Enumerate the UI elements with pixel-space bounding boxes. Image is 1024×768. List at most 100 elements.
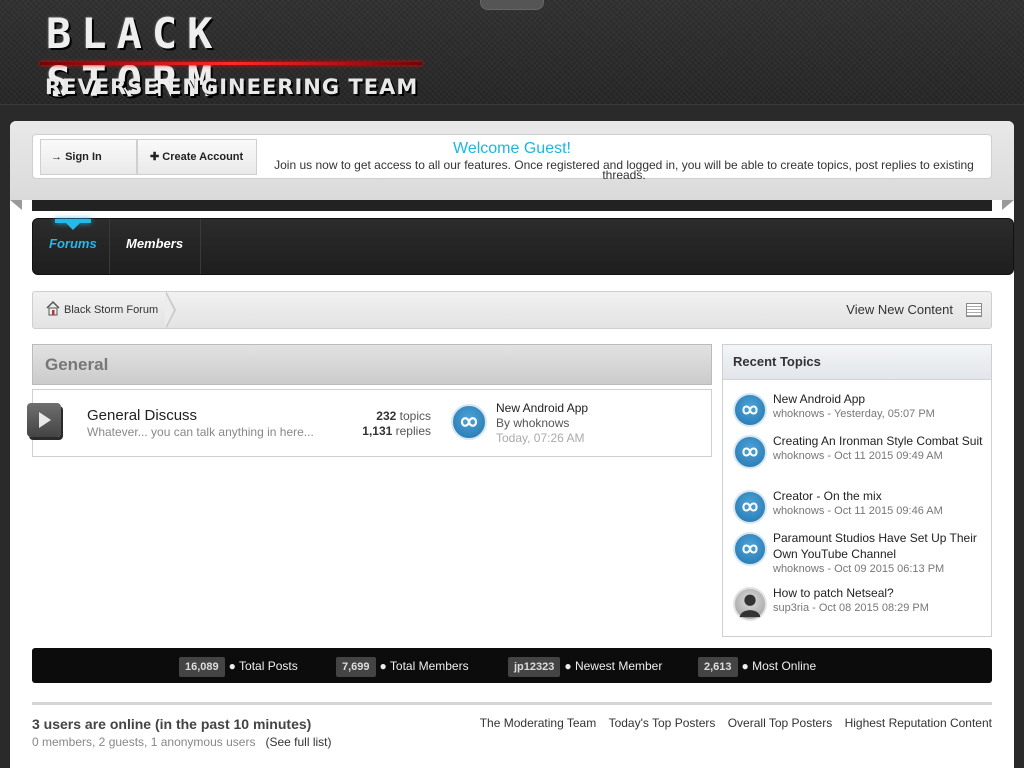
recent-topic-item: New Android App whoknows - Yesterday, 05…	[733, 391, 989, 427]
breadcrumb-arrow-inner	[165, 292, 174, 328]
default-user-icon	[739, 594, 761, 618]
header-pull-tab[interactable]	[480, 0, 544, 10]
online-users-breakdown: 0 members, 2 guests, 1 anonymous users	[32, 735, 256, 749]
moderating-team-link[interactable]: The Moderating Team	[480, 716, 597, 730]
most-online-value: 2,613	[698, 657, 738, 677]
recent-topic-author-link[interactable]: sup3ria	[773, 602, 809, 614]
recent-topic-date: Yesterday, 05:07 PM	[833, 408, 935, 420]
infinity-logo-icon	[742, 502, 758, 512]
site-header: BLACK STORM REVERSE ENGINEERING TEAM	[0, 0, 1024, 106]
user-icon: ●	[564, 659, 572, 673]
category-title[interactable]: General	[45, 345, 108, 385]
recent-topic-avatar[interactable]	[733, 490, 767, 524]
plus-icon: ✚	[150, 151, 160, 163]
recent-topic-title-link[interactable]: New Android App	[773, 391, 989, 407]
total-posts-value: 16,089	[179, 657, 225, 677]
logo-subtitle: REVERSE ENGINEERING TEAM	[45, 75, 419, 99]
recent-topic-meta: whoknows - Yesterday, 05:07 PM	[773, 408, 935, 420]
most-online-label: Most Online	[752, 659, 817, 673]
nav-top-strip	[32, 200, 992, 211]
recent-topic-item: Creating An Ironman Style Combat Suit wh…	[733, 433, 989, 469]
create-account-label: Create Account	[162, 151, 244, 163]
fold-right-decoration	[1002, 200, 1014, 210]
newest-member-label: Newest Member	[574, 659, 663, 673]
recent-topic-date: Oct 08 2015 08:29 PM	[818, 602, 929, 614]
forum-topics-count: 232 topics	[376, 409, 431, 423]
stat-most-online: 2,613 ● Most Online	[698, 656, 817, 677]
recent-topic-date: Oct 11 2015 09:49 AM	[834, 450, 943, 462]
recent-topic-date: Oct 11 2015 09:46 AM	[834, 505, 943, 517]
recent-topic-author-link[interactable]: whoknows	[773, 450, 824, 462]
rss-list-icon[interactable]	[966, 303, 982, 317]
replies-count: 1,131	[362, 424, 393, 438]
breadcrumb-home[interactable]: Black Storm Forum	[33, 292, 168, 328]
view-new-content-link[interactable]: View New Content	[846, 292, 953, 328]
primary-nav: Forums Members	[32, 218, 1014, 275]
site-logo[interactable]: BLACK STORM REVERSE ENGINEERING TEAM	[40, 10, 430, 106]
last-post-author-link[interactable]: whoknows	[513, 416, 569, 430]
newest-member-link[interactable]: jp12323	[508, 657, 561, 677]
content-wrapper: → Sign In ✚ Create Account Welcome Guest…	[10, 121, 1014, 768]
recent-topic-title-link[interactable]: Paramount Studios Have Set Up Their Own …	[773, 530, 989, 562]
recent-topic-item: How to patch Netseal? sup3ria - Oct 08 2…	[733, 585, 989, 621]
recent-topic-title-link[interactable]: Creating An Ironman Style Combat Suit	[773, 433, 989, 449]
recent-topic-title-link[interactable]: How to patch Netseal?	[773, 585, 989, 601]
recent-topic-author-link[interactable]: whoknows	[773, 505, 824, 517]
home-icon	[46, 300, 60, 316]
online-users-title: 3 users are online (in the past 10 minut…	[32, 716, 312, 732]
total-posts-label: Total Posts	[239, 659, 298, 673]
tab-forums[interactable]: Forums	[33, 219, 110, 274]
forum-row: General Discuss Whatever... you can talk…	[27, 389, 712, 457]
last-post-by-prefix: By	[496, 416, 511, 430]
last-post-by: By whoknows	[496, 416, 569, 430]
recent-topic-title-link[interactable]: Creator - On the mix	[773, 488, 989, 504]
topics-label: topics	[399, 409, 431, 423]
recent-topic-item: Creator - On the mix whoknows - Oct 11 2…	[733, 488, 989, 524]
last-post-time: Today, 07:26 AM	[496, 431, 585, 445]
overall-top-posters-link[interactable]: Overall Top Posters	[728, 716, 833, 730]
recent-topic-avatar[interactable]	[733, 435, 767, 469]
infinity-logo-icon	[742, 544, 758, 554]
sign-in-button[interactable]: → Sign In	[40, 139, 137, 175]
recent-topic-meta: whoknows - Oct 11 2015 09:49 AM	[773, 450, 943, 462]
forum-status-icon[interactable]	[27, 403, 61, 437]
recent-topic-date: Oct 09 2015 06:13 PM	[834, 563, 945, 575]
online-links: The Moderating Team Today's Top Posters …	[471, 716, 992, 730]
forum-name-link[interactable]: General Discuss	[87, 407, 197, 424]
total-members-value: 7,699	[336, 657, 376, 677]
group-icon: ●	[379, 659, 387, 673]
create-account-button[interactable]: ✚ Create Account	[137, 139, 257, 175]
welcome-text: Join us now to get access to all our fea…	[274, 158, 974, 182]
see-full-list-link[interactable]: (See full list)	[265, 735, 331, 749]
breadcrumb-home-label: Black Storm Forum	[64, 304, 159, 316]
stat-total-posts: 16,089 ● Total Posts	[179, 656, 298, 677]
recent-topic-author-link[interactable]: whoknows	[773, 408, 824, 420]
sign-in-icon: →	[51, 151, 62, 163]
recent-topic-author-link[interactable]: whoknows	[773, 563, 824, 575]
last-poster-avatar[interactable]	[451, 404, 487, 440]
recent-topic-meta: whoknows - Oct 09 2015 06:13 PM	[773, 563, 945, 575]
infinity-logo-icon	[460, 417, 478, 427]
online-separator	[32, 702, 992, 705]
recent-topic-avatar[interactable]	[733, 532, 767, 566]
tab-members[interactable]: Members	[110, 219, 201, 274]
highest-reputation-link[interactable]: Highest Reputation Content	[845, 716, 992, 730]
forum-description: Whatever... you can talk anything in her…	[87, 425, 314, 439]
last-post-title-link[interactable]: New Android App	[496, 401, 588, 415]
recent-topic-avatar[interactable]	[733, 393, 767, 427]
logo-red-line	[40, 62, 422, 65]
infinity-logo-icon	[742, 447, 758, 457]
fold-left-decoration	[10, 200, 22, 210]
recent-topics-panel: Recent Topics New Android App whoknows -…	[722, 344, 992, 637]
category-header: General	[32, 344, 712, 385]
guest-welcome-box: → Sign In ✚ Create Account Welcome Guest…	[32, 134, 992, 182]
recent-topic-item: Paramount Studios Have Set Up Their Own …	[733, 530, 989, 577]
topics-count: 232	[376, 409, 397, 423]
globe-icon: ●	[741, 659, 749, 673]
forum-replies-count: 1,131 replies	[362, 424, 431, 438]
recent-topic-avatar[interactable]	[733, 587, 767, 621]
infinity-logo-icon	[742, 405, 758, 415]
comments-icon: ●	[228, 659, 236, 673]
sign-in-label: Sign In	[65, 151, 102, 163]
todays-top-posters-link[interactable]: Today's Top Posters	[609, 716, 716, 730]
